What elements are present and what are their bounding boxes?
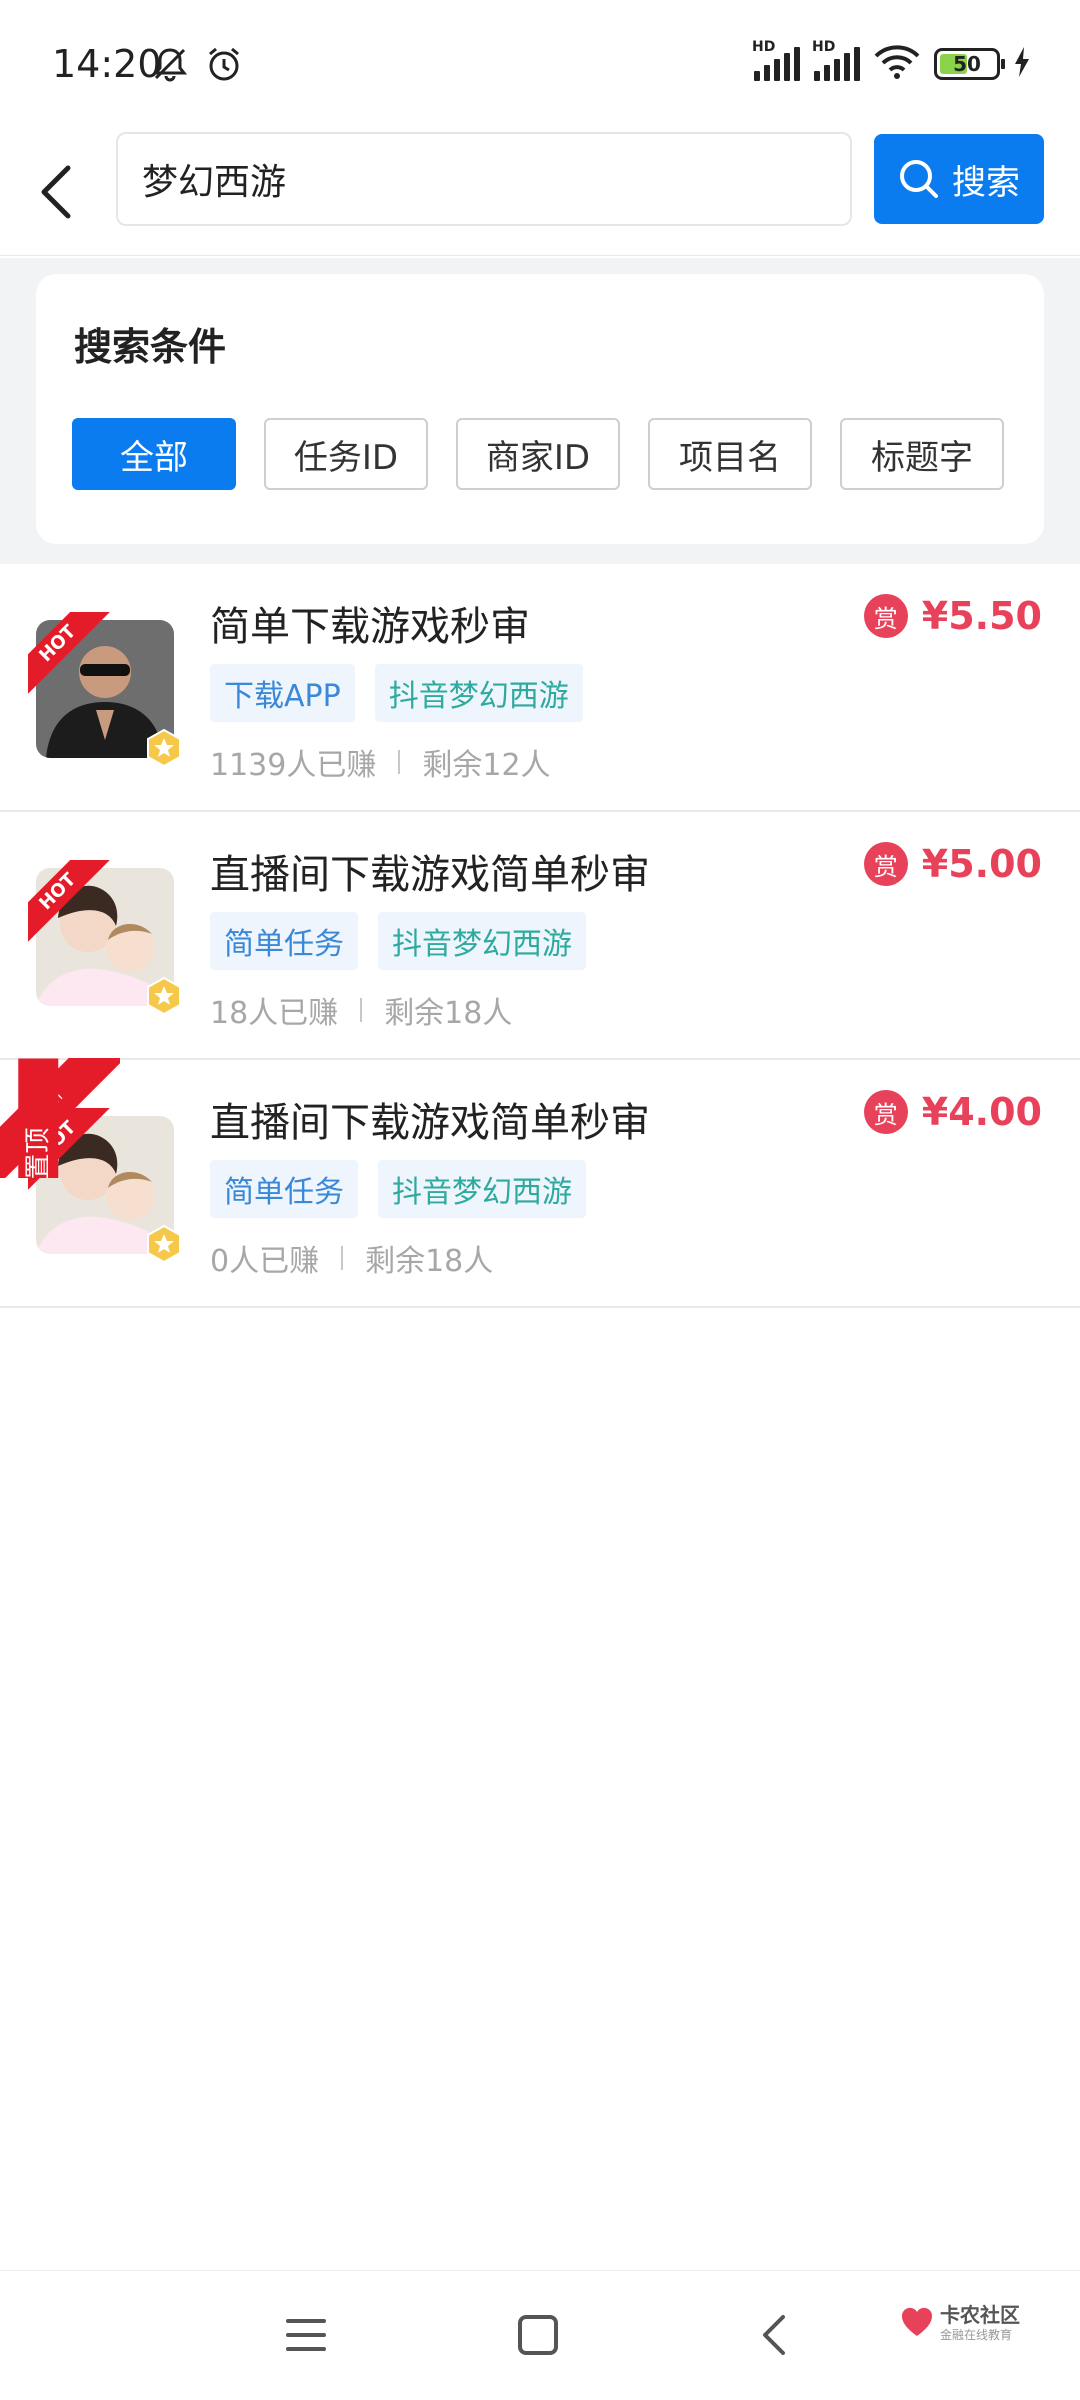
reward-price: ¥5.50 [921,594,1042,638]
alarm-icon [204,44,244,88]
conditions-title: 搜索条件 [74,325,227,369]
star-badge-icon [144,1224,184,1264]
back-arrow-icon [41,165,71,219]
chip-task-id[interactable]: 任务ID [264,418,428,490]
task-tags: 简单任务 抖音梦幻西游 [210,912,586,970]
task-tags: 简单任务 抖音梦幻西游 [210,1160,586,1218]
reward-price: ¥4.00 [921,1090,1042,1134]
search-icon [900,160,938,198]
task-meta: 18人已赚 剩余18人 [210,988,512,1032]
mute-bell-icon [150,44,190,88]
nav-back-icon [763,2315,785,2355]
remaining-count: 剩余18人 [384,996,513,1031]
reward-price: ¥5.00 [921,842,1042,886]
star-badge-icon [144,728,184,768]
watermark-logo-icon [901,2307,933,2336]
divider [360,998,363,1022]
tag: 抖音梦幻西游 [374,664,583,722]
chip-merchant-id[interactable]: 商家ID [456,418,620,490]
task-row[interactable]: HOT 直播间下载游戏简单秒审 赏 ¥5.00 简单任务 抖音梦幻西游 18人已… [0,812,1080,1060]
battery-icon: 50 [934,48,1005,80]
search-button[interactable]: 搜索 [874,134,1044,224]
search-conditions-card: 搜索条件 全部 任务ID 商家ID 项目名 标题字 [36,274,1044,544]
menu-button[interactable] [276,2305,336,2365]
task-meta: 1139人已赚 剩余12人 [210,740,551,784]
tag: 抖音梦幻西游 [378,912,586,970]
chip-title-keyword[interactable]: 标题字 [840,418,1004,490]
signal-icon-2: HD [812,39,860,81]
home-square-icon [518,2315,558,2355]
menu-icon [286,2319,326,2351]
watermark: 卡农社区 金融在线教育 [900,2303,1020,2343]
divider [341,1246,344,1270]
wifi-icon [874,44,920,84]
earned-count: 0人已赚 [210,1244,320,1279]
charging-icon [1014,47,1030,81]
reward-icon: 赏 [863,594,908,638]
home-button[interactable] [508,2305,568,2365]
reward-icon: 赏 [863,842,908,886]
reward: 赏 ¥4.00 [863,1090,1042,1134]
task-title: 简单下载游戏秒审 [210,604,530,650]
task-title: 直播间下载游戏简单秒审 [210,852,650,898]
tag: 简单任务 [210,1160,358,1218]
remaining-count: 剩余12人 [422,748,551,783]
hot-ribbon: HOT [28,612,112,696]
search-header: 搜索 [0,130,1080,256]
chip-all[interactable]: 全部 [72,418,236,490]
task-row[interactable]: HOT 简单下载游戏秒审 赏 ¥5.50 下载APP 抖音梦幻西游 1139人已… [0,564,1080,812]
signal-icon-1: HD [752,39,800,81]
reward: 赏 ¥5.50 [863,594,1042,638]
task-title: 直播间下载游戏简单秒审 [210,1100,650,1146]
chip-project-name[interactable]: 项目名 [648,418,812,490]
tag: 抖音梦幻西游 [378,1160,586,1218]
reward-icon: 赏 [863,1090,908,1134]
remaining-count: 剩余18人 [365,1244,494,1279]
earned-count: 1139人已赚 [210,748,377,783]
task-meta: 0人已赚 剩余18人 [210,1236,493,1280]
search-input[interactable] [116,132,852,226]
search-button-label: 搜索 [952,162,1020,203]
tag: 下载APP [210,664,355,722]
reward: 赏 ¥5.00 [863,842,1042,886]
divider [398,750,401,774]
earned-count: 18人已赚 [210,996,339,1031]
status-time: 14:20 [52,42,162,86]
back-button[interactable] [26,152,86,232]
nav-back-button[interactable] [744,2305,804,2365]
task-tags: 下载APP 抖音梦幻西游 [210,664,583,722]
system-nav-bar: 卡农社区 金融在线教育 [0,2270,1080,2400]
tag: 简单任务 [210,912,358,970]
pinned-ribbon: 置顶24h [0,1058,120,1178]
status-bar: 14:20 HD HD 50 [0,0,1080,130]
task-row[interactable]: HOT 直播间下载游戏简单秒审 赏 ¥4.00 简单任务 抖音梦幻西游 0人已赚… [0,1060,1080,1308]
task-avatar: HOT [28,860,181,1016]
hot-ribbon: HOT [28,860,112,944]
task-avatar: HOT [28,612,181,768]
star-badge-icon [144,976,184,1016]
